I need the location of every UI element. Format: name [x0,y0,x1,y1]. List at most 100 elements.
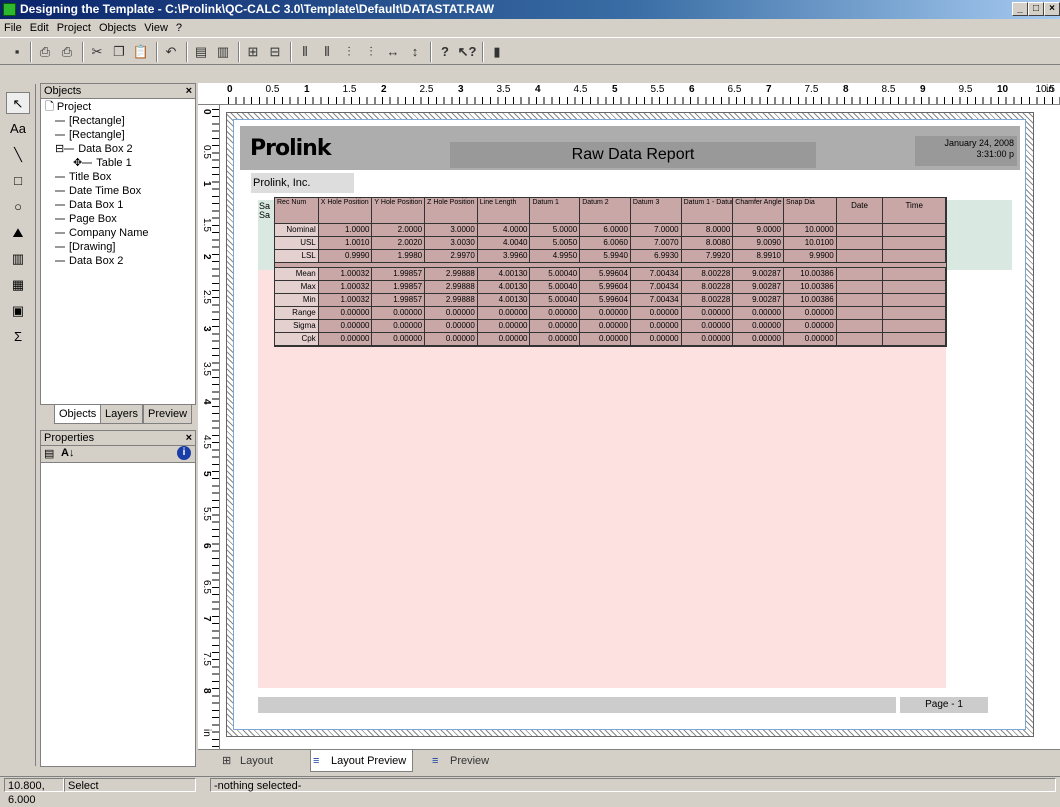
help-icon[interactable]: ? [434,42,456,62]
table-cell: 0.00000 [630,333,682,346]
menu-help[interactable]: ? [172,19,186,37]
table-1[interactable]: Rec Num X Hole Position Y Hole Position Z H… [274,197,947,347]
date-time-box[interactable]: January 24, 2008 3:31:00 p [915,136,1017,166]
layout-icon: ⊞ [222,755,232,767]
text-tool-icon[interactable]: Aa [6,118,30,140]
table-row: LSL 0.9990 1.9980 2.9970 3.9960 4.9950 5.9940 6… [275,250,947,263]
tree-item[interactable]: Data Box 2 [55,255,123,268]
footer-rectangle[interactable] [258,697,896,713]
undo-icon[interactable]: ↶ [160,42,182,62]
ruler-label: 7 [766,84,772,95]
tree-item[interactable]: ⊟ Data Box 2 [55,143,133,156]
ruler-label: 7.5 [804,84,819,95]
sort-az-icon[interactable]: A↓ [61,447,74,459]
table-cell: 10.0000 [783,224,837,237]
table-row: Cpk 0.00000 0.00000 0.00000 0.00000 0.00000 0.… [275,333,947,346]
app-icon[interactable] [3,3,16,16]
ruler-label: 0 [201,109,212,115]
menu-objects[interactable]: Objects [95,19,140,37]
tab-objects[interactable]: Objects [54,405,102,424]
space-horizontal-icon[interactable]: ↔ [382,42,404,62]
ruler-label: 0.5 [265,84,280,95]
tree-item[interactable]: [Rectangle] [55,115,125,128]
tree-item-selected[interactable]: ✥ Table 1 [73,157,132,170]
copy-icon[interactable]: ❐ [108,42,130,62]
table-cell: 3.9960 [477,250,531,263]
table-cell: 9.0000 [733,224,784,237]
table-cell: 7.00434 [630,281,682,294]
context-help-icon[interactable]: ↖? [456,42,478,62]
row-label: Range [275,307,319,320]
paste-icon[interactable]: 📋 [130,42,152,62]
maximize-button[interactable]: □ [1028,2,1044,16]
row-label: USL [275,237,319,250]
close-button[interactable]: × [1044,2,1060,16]
column-header: Chamfer Angle [733,198,784,224]
table-cell: 9.00287 [733,281,784,294]
tree-item[interactable]: Page Box [55,213,117,226]
tab-preview[interactable]: Preview [143,405,193,424]
tab-layout[interactable]: ⊞ Layout [220,750,279,772]
categorized-icon[interactable]: ▤ [44,447,54,460]
table-cell: 6.0060 [580,237,631,250]
cut-icon[interactable]: ✂ [86,42,108,62]
chart-tool-icon[interactable]: ⛰ [6,222,30,244]
bring-front-icon[interactable]: ▤ [190,42,212,62]
info-icon[interactable]: i [177,446,191,460]
print-preview-icon[interactable]: ⎙ [56,42,78,62]
menu-edit[interactable]: Edit [26,19,53,37]
ruler-label: 8 [843,84,849,95]
minimize-button[interactable]: _ [1012,2,1028,16]
formula-tool-icon[interactable]: Σ [6,326,30,348]
column-header: Datum 2 [580,198,631,224]
tab-preview-bottom[interactable]: ≡ Preview [430,750,495,772]
tree-item[interactable]: Date Time Box [55,185,141,198]
align-top-icon[interactable]: ⫶ [338,42,360,62]
tab-layout-preview[interactable]: ≡ Layout Preview [310,750,414,772]
close-icon[interactable]: × [186,431,192,446]
group-icon[interactable]: ⊞ [242,42,264,62]
properties-icon[interactable]: ▥ [212,42,234,62]
tree-item[interactable]: [Rectangle] [55,129,125,142]
table-cell: 7.00434 [630,268,682,281]
menu-view[interactable]: View [140,19,172,37]
ellipse-tool-icon[interactable]: ○ [6,196,30,218]
tree-item[interactable]: Data Box 1 [55,199,123,212]
tree-item[interactable]: 🗋 Project [45,101,91,114]
image-tool-icon[interactable]: ▣ [6,300,30,322]
line-tool-icon[interactable]: ╲ [6,144,30,166]
table-cell: 0.00000 [530,320,581,333]
company-logo[interactable]: Prolink [250,136,331,161]
ruler-label: in [1046,84,1054,95]
save-icon[interactable]: ▪ [6,42,28,62]
table-row: Range 0.00000 0.00000 0.00000 0.00000 0.00000… [275,307,947,320]
table-cell: 2.9970 [425,250,478,263]
table-cell: 4.00130 [477,281,531,294]
ungroup-icon[interactable]: ⊟ [264,42,286,62]
select-arrow-icon[interactable]: ↖ [6,92,30,114]
company-name-box[interactable]: Prolink, Inc. [251,173,354,193]
column-header: X Hole Position [318,198,373,224]
tab-layers[interactable]: Layers [100,405,144,424]
rectangle-tool-icon[interactable]: □ [6,170,30,192]
exit-icon[interactable]: ▮ [486,42,508,62]
menu-file[interactable]: File [0,19,26,37]
print-icon[interactable]: ⎙ [34,42,56,62]
align-left-icon[interactable]: ⫴ [294,42,316,62]
menu-project[interactable]: Project [53,19,95,37]
space-vertical-icon[interactable]: ↕ [404,42,426,62]
barcode-tool-icon[interactable]: ▥ [6,248,30,270]
close-icon[interactable]: × [186,84,192,99]
tree-item[interactable]: [Drawing] [55,241,115,254]
column-header: Z Hole Position [425,198,478,224]
ruler-ticks [212,109,219,749]
table-cell: 2.99888 [425,268,478,281]
tree-item[interactable]: Company Name [55,227,148,240]
align-bottom-icon[interactable]: ⫶ [360,42,382,62]
table-cell: 0.00000 [372,333,426,346]
page-box[interactable]: Page - 1 [900,697,988,713]
align-right-icon[interactable]: ⫴ [316,42,338,62]
table-tool-icon[interactable]: ▦ [6,274,30,296]
title-box[interactable]: Raw Data Report [450,142,816,168]
tree-item[interactable]: Title Box [55,171,111,184]
